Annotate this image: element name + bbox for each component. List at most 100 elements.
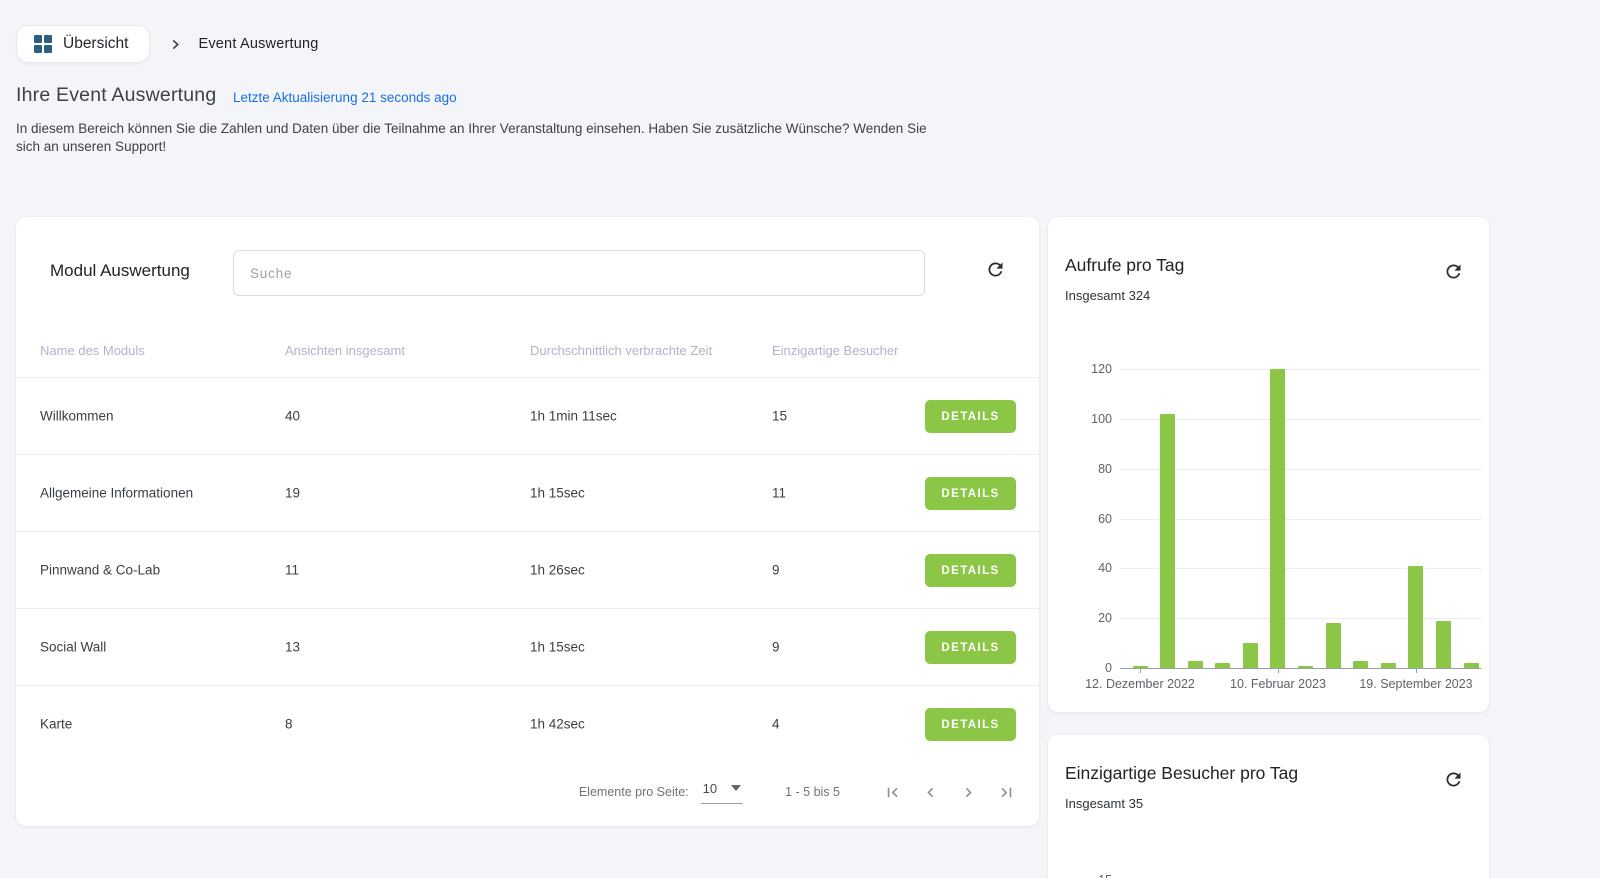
overview-button-label: Übersicht	[63, 35, 129, 52]
breadcrumb-current: Event Auswertung	[198, 36, 319, 52]
page-description: In diesem Bereich können Sie die Zahlen …	[16, 121, 927, 154]
first-page-icon	[887, 787, 898, 797]
bar	[1160, 414, 1175, 668]
x-axis-line	[1120, 668, 1481, 669]
module-views: 11	[285, 562, 300, 578]
views-card-title: Aufrufe pro Tag	[1065, 255, 1185, 275]
table-body: Willkommen 40 1h 1min 11sec 15 DETAILS A…	[16, 377, 1039, 762]
paginator: Elemente pro Seite: 10 1 - 5 bis 5	[579, 772, 1019, 812]
y-axis-tick-label: 60	[1098, 512, 1112, 526]
module-evaluation-card: Modul Auswertung Name des Moduls Ansicht…	[16, 217, 1039, 826]
views-bar-chart: 0 20 40 60 80 100 120 12. Dezember 2022 10. Febr…	[1085, 362, 1481, 691]
table-row: Social Wall 13 1h 15sec 9 DETAILS	[16, 608, 1039, 685]
chevron-right-icon	[965, 787, 972, 797]
module-views: 19	[285, 485, 301, 501]
table-header-row: Name des Moduls Ansichten insgesamt Durc…	[16, 343, 1039, 363]
page-title: Ihre Event Auswertung	[16, 84, 217, 106]
bar	[1188, 661, 1203, 668]
next-page-button[interactable]	[956, 780, 981, 805]
y-axis-tick-label: 80	[1098, 462, 1112, 476]
visitors-card-title: Einzigartige Besucher pro Tag	[1065, 763, 1299, 783]
visitors-chart-axis-label: 15	[1088, 873, 1112, 878]
refresh-button[interactable]	[1439, 765, 1467, 793]
details-button[interactable]: DETAILS	[925, 554, 1016, 587]
module-name: Karte	[40, 716, 73, 732]
module-unique-visitors: 15	[772, 408, 788, 424]
first-page-button[interactable]	[880, 780, 905, 805]
y-axis-tick-label: 0	[1105, 661, 1112, 675]
details-button[interactable]: DETAILS	[925, 631, 1016, 664]
event-evaluation-page: Übersicht Event Auswertung Ihre Event Au…	[0, 0, 1600, 878]
caret-down-icon	[731, 785, 742, 791]
module-views: 13	[285, 639, 301, 655]
refresh-button[interactable]	[1439, 257, 1467, 285]
previous-page-button[interactable]	[918, 780, 943, 805]
details-button[interactable]: DETAILS	[925, 477, 1016, 510]
y-axis-tick-label: 40	[1098, 561, 1112, 575]
x-axis-tick	[1278, 668, 1279, 673]
paginator-range-label: 1 - 5 bis 5	[785, 785, 840, 799]
bar	[1243, 643, 1258, 668]
breadcrumb: Übersicht Event Auswertung	[16, 25, 319, 63]
gridline	[1120, 369, 1481, 370]
table-row: Willkommen 40 1h 1min 11sec 15 DETAILS	[16, 377, 1039, 454]
y-axis-tick-label: 100	[1091, 412, 1112, 426]
bar	[1436, 621, 1451, 668]
views-total: Insgesamt 324	[1065, 288, 1151, 303]
dashboard-grid-icon	[34, 35, 52, 53]
details-button[interactable]: DETAILS	[925, 708, 1016, 741]
visitors-total: Insgesamt 35	[1065, 796, 1144, 811]
y-axis-tick-label: 20	[1098, 611, 1112, 625]
last-page-icon	[1001, 787, 1012, 797]
chevron-right-icon	[170, 39, 181, 50]
refresh-icon	[1445, 772, 1460, 786]
bar	[1408, 566, 1423, 668]
search-input[interactable]	[233, 250, 925, 296]
module-avg-time: 1h 42sec	[530, 716, 585, 732]
details-button[interactable]: DETAILS	[925, 400, 1016, 433]
bar	[1215, 663, 1230, 668]
paginator-nav	[880, 780, 1019, 805]
last-page-button[interactable]	[994, 780, 1019, 805]
module-unique-visitors: 9	[772, 639, 780, 655]
module-avg-time: 1h 15sec	[530, 485, 585, 501]
unique-visitors-per-day-card: Einzigartige Besucher pro Tag Insgesamt …	[1048, 735, 1489, 878]
x-axis-tick	[1416, 668, 1417, 673]
table-row: Allgemeine Informationen 19 1h 15sec 11 …	[16, 454, 1039, 531]
refresh-icon	[987, 262, 1002, 276]
module-name: Allgemeine Informationen	[40, 485, 194, 501]
bar	[1381, 663, 1396, 668]
module-avg-time: 1h 26sec	[530, 562, 585, 578]
module-name: Pinnwand & Co-Lab	[40, 562, 161, 578]
column-header-name: Name des Moduls	[40, 343, 145, 358]
module-name: Willkommen	[40, 408, 114, 424]
module-name: Social Wall	[40, 639, 107, 655]
module-views: 40	[285, 408, 301, 424]
module-avg-time: 1h 15sec	[530, 639, 585, 655]
bar	[1326, 623, 1341, 668]
x-axis-tick-label: 19. September 2023	[1359, 677, 1473, 691]
module-unique-visitors: 9	[772, 562, 780, 578]
page-size-select[interactable]: 10	[700, 780, 744, 804]
column-header-avg-time: Durchschnittlich verbrachte Zeit	[530, 343, 713, 358]
chevron-left-icon	[927, 787, 934, 797]
module-avg-time: 1h 1min 11sec	[530, 408, 617, 424]
overview-button[interactable]: Übersicht	[16, 25, 151, 63]
bar	[1464, 663, 1479, 668]
refresh-icon	[1445, 264, 1460, 278]
x-axis-tick	[1140, 668, 1141, 673]
column-header-views: Ansichten insgesamt	[285, 343, 405, 358]
module-views: 8	[285, 716, 293, 732]
refresh-button[interactable]	[981, 255, 1009, 283]
page-size-value: 10	[702, 780, 718, 796]
table-row: Karte 8 1h 42sec 4 DETAILS	[16, 685, 1039, 762]
module-unique-visitors: 4	[772, 716, 780, 732]
items-per-page-label: Elemente pro Seite:	[578, 785, 689, 799]
module-card-title: Modul Auswertung	[50, 261, 190, 280]
column-header-unique-visitors: Einzigartige Besucher	[772, 343, 899, 358]
bar	[1353, 661, 1368, 668]
bar	[1298, 666, 1313, 668]
bar	[1270, 369, 1285, 668]
y-axis-tick-label: 120	[1091, 362, 1112, 376]
last-update-link[interactable]: Letzte Aktualisierung 21 seconds ago	[233, 90, 457, 105]
